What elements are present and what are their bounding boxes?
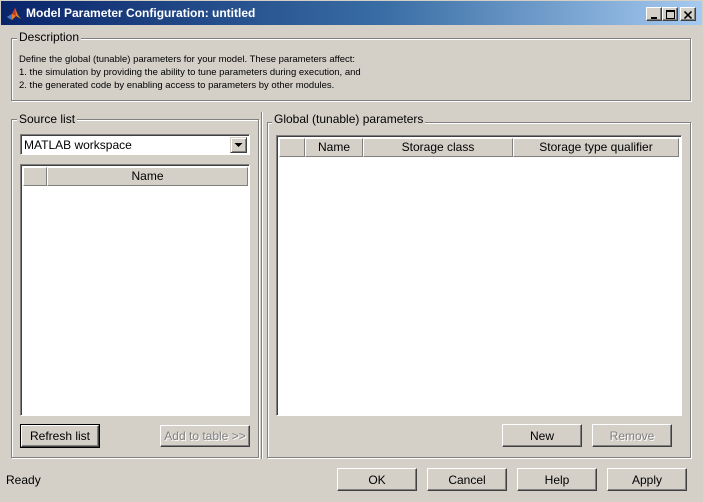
source-table-header-select[interactable] bbox=[23, 167, 47, 186]
global-params-table[interactable]: Name Storage class Storage type qualifie… bbox=[276, 135, 682, 416]
params-table-header-name[interactable]: Name bbox=[305, 138, 363, 157]
ok-button[interactable]: OK bbox=[337, 468, 417, 491]
source-table-header-name[interactable]: Name bbox=[47, 167, 248, 186]
remove-button[interactable]: Remove bbox=[592, 424, 672, 447]
close-icon bbox=[684, 10, 692, 19]
help-button[interactable]: Help bbox=[517, 468, 597, 491]
chevron-down-icon[interactable] bbox=[230, 137, 247, 153]
description-line-3: 2. the generated code by enabling access… bbox=[19, 80, 335, 91]
status-text: Ready bbox=[6, 473, 41, 487]
title-bar[interactable]: Model Parameter Configuration: untitled bbox=[0, 0, 703, 26]
params-table-header-select[interactable] bbox=[279, 138, 305, 157]
add-to-table-button[interactable]: Add to table >> bbox=[160, 425, 250, 447]
minimize-icon bbox=[651, 16, 657, 19]
panel-divider[interactable] bbox=[261, 112, 263, 459]
description-legend: Description bbox=[17, 30, 82, 44]
source-list-legend: Source list bbox=[17, 112, 78, 126]
close-button[interactable] bbox=[680, 7, 696, 21]
global-params-legend: Global (tunable) parameters bbox=[272, 112, 426, 126]
description-line-1: Define the global (tunable) parameters f… bbox=[19, 54, 356, 65]
params-table-header-storage-type-qualifier[interactable]: Storage type qualifier bbox=[513, 138, 679, 157]
maximize-icon bbox=[665, 10, 675, 19]
maximize-button[interactable] bbox=[662, 7, 678, 21]
matlab-logo-icon bbox=[6, 6, 22, 22]
minimize-button[interactable] bbox=[646, 7, 662, 21]
window-title: Model Parameter Configuration: untitled bbox=[26, 6, 256, 20]
apply-button[interactable]: Apply bbox=[607, 468, 687, 491]
refresh-list-button[interactable]: Refresh list bbox=[20, 424, 100, 448]
description-line-2: 1. the simulation by providing the abili… bbox=[19, 67, 361, 78]
source-table[interactable]: Name bbox=[20, 164, 250, 416]
cancel-button[interactable]: Cancel bbox=[427, 468, 507, 491]
new-button[interactable]: New bbox=[502, 424, 582, 447]
source-select-value: MATLAB workspace bbox=[24, 138, 132, 152]
params-table-header-storage-class[interactable]: Storage class bbox=[363, 138, 513, 157]
source-select[interactable]: MATLAB workspace bbox=[20, 134, 250, 155]
